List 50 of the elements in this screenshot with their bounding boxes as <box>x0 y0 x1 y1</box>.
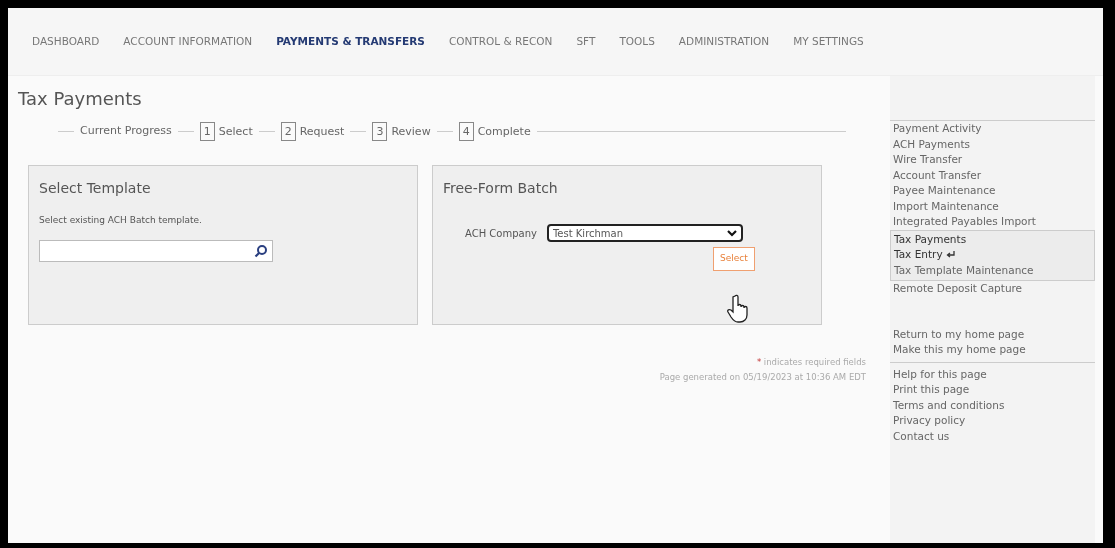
sidebar-link[interactable]: Privacy policy <box>890 413 1095 429</box>
sidebar-link[interactable]: Terms and conditions <box>890 397 1095 413</box>
step-label: Complete <box>477 124 531 138</box>
step-label: Request <box>299 124 345 138</box>
return-arrow-icon <box>945 251 955 259</box>
step-number: 3 <box>372 121 388 141</box>
sidebar-link[interactable]: Account Transfer <box>890 167 1095 183</box>
nav-tab[interactable]: SFT <box>564 33 608 50</box>
panel-title: Free-Form Batch <box>443 179 559 197</box>
company-dropdown[interactable]: Test Kirchman <box>546 224 743 243</box>
nav-tab[interactable]: PAYMENTS & TRANSFERS <box>264 33 437 50</box>
panel-title: Select Template <box>39 179 152 197</box>
sidebar-link[interactable]: Tax Payments <box>891 231 1094 247</box>
chevron-icon <box>726 229 737 237</box>
step-number: 4 <box>458 121 474 141</box>
step-label: Review <box>391 124 431 138</box>
sidebar-link[interactable]: Import Maintenance <box>890 198 1095 214</box>
step-label: Select <box>218 124 253 138</box>
nav-tab[interactable]: ACCOUNT INFORMATION <box>111 33 265 50</box>
progress-label: Current Progress <box>80 122 172 139</box>
field-label: ACH Company <box>465 226 537 241</box>
nav-tab[interactable]: ADMINISTRATION <box>666 33 782 50</box>
page-title: Tax Payments <box>18 88 143 110</box>
generated-text: Page generated on 05/19/2023 at 10:36 AM EDT <box>658 370 866 384</box>
select-button[interactable]: Select <box>713 247 755 271</box>
instruction-text: Select existing ACH Batch template. <box>39 214 203 228</box>
sidebar-link[interactable]: Tax Template Maintenance <box>891 262 1094 278</box>
nav-tab[interactable]: TOOLS <box>607 33 667 50</box>
sidebar-link[interactable]: Payee Maintenance <box>890 183 1095 199</box>
sidebar-link[interactable]: Return to my home page <box>890 326 1095 342</box>
sidebar-link[interactable]: Tax Entry <box>891 247 1094 263</box>
search-icon[interactable] <box>254 243 268 258</box>
hand-cursor-icon <box>727 293 751 324</box>
nav-tab[interactable]: CONTROL & RECON <box>436 33 565 50</box>
sidebar-link[interactable]: Payment Activity <box>890 121 1095 137</box>
search-field[interactable] <box>39 239 273 262</box>
sidebar-link[interactable]: Make this my home page <box>890 342 1095 358</box>
sidebar-link[interactable]: ACH Payments <box>890 136 1095 152</box>
nav-tab[interactable]: DASHBOARD <box>20 33 112 50</box>
step-number: 1 <box>199 121 215 141</box>
nav-tab[interactable]: MY SETTINGS <box>781 33 876 50</box>
sidebar-link[interactable]: Integrated Payables Import <box>890 214 1095 230</box>
sidebar-link[interactable]: Wire Transfer <box>890 152 1095 168</box>
sidebar-link[interactable]: Print this page <box>890 382 1095 398</box>
required-mark: * <box>756 356 762 367</box>
sidebar-link[interactable]: Help for this page <box>890 366 1095 382</box>
step-number: 2 <box>280 121 296 141</box>
sidebar-link[interactable]: Remote Deposit Capture <box>890 281 1095 297</box>
sidebar-link[interactable]: Contact us <box>890 428 1095 444</box>
required-note: indicates required fields <box>763 356 866 367</box>
